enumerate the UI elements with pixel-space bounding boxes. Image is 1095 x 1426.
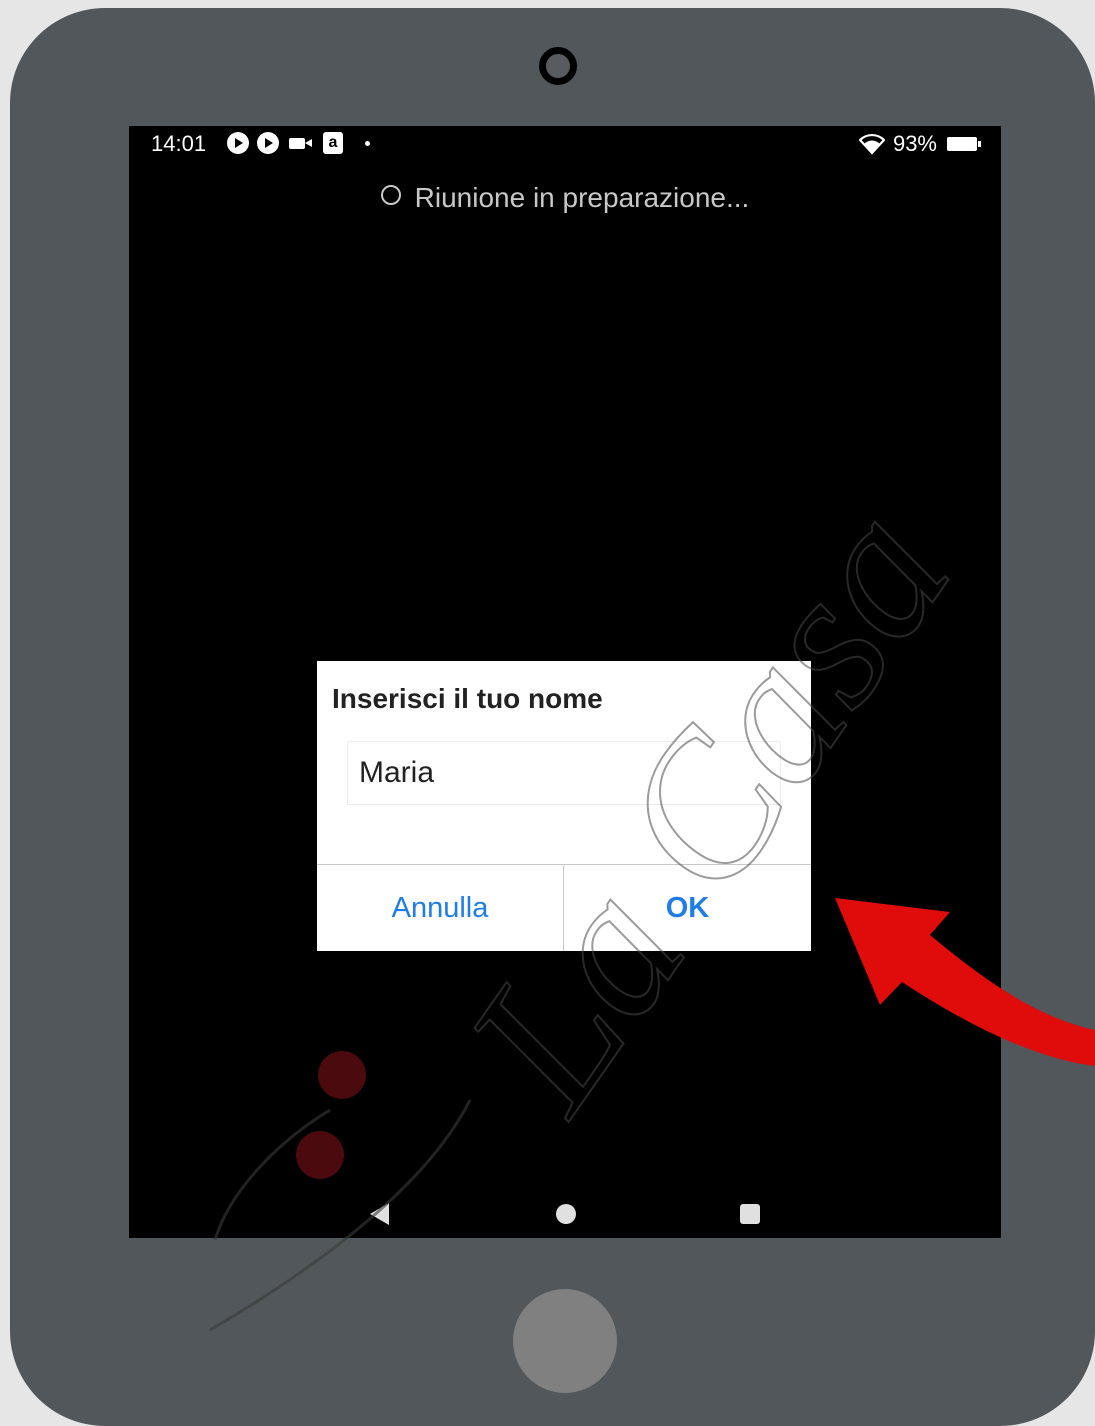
cancel-button[interactable]: Annulla <box>317 865 563 951</box>
play-circle-icon <box>227 132 249 154</box>
ok-button[interactable]: OK <box>564 865 811 951</box>
meeting-status-text: Riunione in preparazione... <box>414 182 750 213</box>
tablet-screen: 14:01 a 93% Riunione in preparazione... <box>129 126 1001 1238</box>
loading-spinner-icon <box>380 185 401 205</box>
home-button[interactable] <box>513 1289 617 1393</box>
back-icon[interactable] <box>370 1203 389 1225</box>
notification-icons: a <box>227 132 370 154</box>
wifi-icon <box>858 133 885 155</box>
recent-apps-icon[interactable] <box>740 1204 760 1224</box>
tablet-frame: 14:01 a 93% Riunione in preparazione... <box>10 8 1095 1426</box>
name-input[interactable] <box>347 741 781 805</box>
dialog-title: Inserisci il tuo nome <box>332 683 603 714</box>
notification-dot-icon <box>365 140 370 146</box>
front-camera <box>539 47 577 85</box>
meeting-status: Riunione in preparazione... <box>129 182 1001 214</box>
name-dialog: Inserisci il tuo nome Annulla OK <box>317 661 811 951</box>
status-time: 14:01 <box>151 131 207 156</box>
amazon-icon: a <box>323 132 343 154</box>
video-camera-icon <box>289 137 312 149</box>
system-icons: 93% <box>858 131 981 157</box>
battery-percent: 93% <box>892 131 937 156</box>
navigation-bar <box>129 1176 1001 1238</box>
play-circle-icon <box>257 132 279 154</box>
status-bar: 14:01 a 93% <box>129 126 1001 162</box>
home-icon[interactable] <box>556 1204 576 1224</box>
battery-icon <box>947 137 981 151</box>
